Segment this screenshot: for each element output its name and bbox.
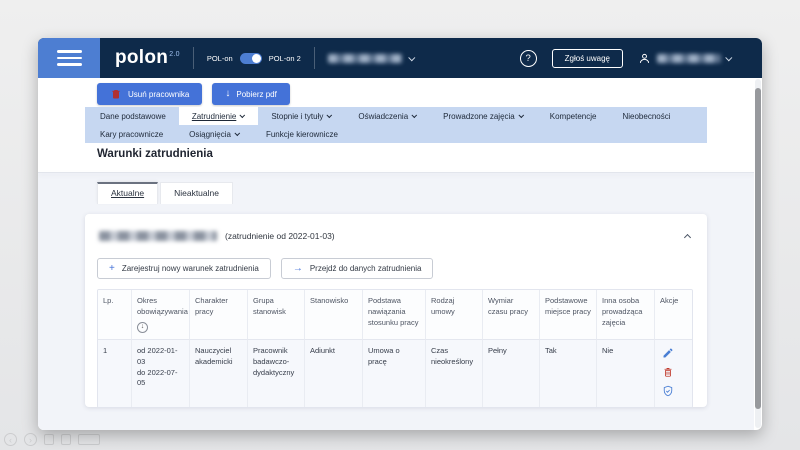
col-lp: Lp. [98, 290, 132, 340]
page-title: Warunki zatrudnienia [97, 148, 213, 160]
nav-funkcje-kierownicze[interactable]: Funkcje kierownicze [253, 125, 351, 143]
nav-dane-podstawowe[interactable]: Dane podstawowe [87, 107, 179, 125]
table-row: 1 od 2022-01-03 do 2022-07-05 Nauczyciel… [98, 340, 692, 407]
chevron-down-icon [518, 112, 524, 118]
download-icon: ↓ [225, 91, 230, 97]
chevron-down-icon [725, 54, 732, 61]
employment-conditions-table: Lp. Okres obowiązywania ↓ Charakter prac… [97, 289, 693, 408]
chevron-down-icon [240, 112, 246, 118]
logo-version: 2.0 [169, 51, 180, 58]
ghost-player-controls: ‹ › [4, 433, 100, 446]
nav-kary-pracownicze[interactable]: Kary pracownicze [87, 125, 176, 143]
section-divider [38, 172, 754, 173]
delete-icon[interactable] [662, 366, 674, 378]
status-tabs: Aktualne Nieaktualne [97, 182, 233, 204]
collapse-card-button[interactable] [682, 224, 693, 248]
nav-nieobecnosci[interactable]: Nieobecności [609, 107, 683, 125]
redacted-user-name [657, 54, 721, 63]
employee-toolbar: Usuń pracownika ↓ Pobierz pdf [97, 83, 290, 105]
toggle-right-label: POL-on 2 [269, 54, 301, 63]
col-miejsce: Podstawowe miejsce pracy [540, 290, 597, 340]
vertical-scrollbar[interactable] [755, 79, 761, 428]
divider [314, 47, 315, 69]
ghost-control-icon [78, 434, 100, 445]
trash-icon [110, 88, 122, 100]
nav-oswiadczenia[interactable]: Oświadczenia [345, 107, 430, 125]
app-header: polon2.0 POL-on POL-on 2 ? Zgłoś uwagę [38, 38, 762, 78]
ghost-control-icon [61, 434, 71, 445]
register-condition-button[interactable]: + Zarejestruj nowy warunek zatrudnienia [97, 258, 271, 279]
col-stanowisko: Stanowisko [305, 290, 363, 340]
col-okres: Okres obowiązywania ↓ [132, 290, 190, 340]
nav-osiagniecia[interactable]: Osiągnięcia [176, 125, 253, 143]
cell-rodzaj-umowy: Czas nieokreślony [426, 340, 483, 407]
employment-since-label: (zatrudnienie od 2022-01-03) [225, 231, 335, 241]
col-grupa: Grupa stanowisk [248, 290, 305, 340]
arrow-right-icon: → [293, 266, 303, 272]
tab-nieaktualne[interactable]: Nieaktualne [160, 182, 233, 204]
previous-icon: ‹ [4, 433, 17, 446]
cell-stanowisko: Adiunkt [305, 340, 363, 407]
chevron-down-icon [234, 130, 240, 136]
cell-akcje [655, 340, 692, 407]
environment-toggle: POL-on POL-on 2 [207, 53, 301, 64]
polon-logo: polon2.0 [115, 47, 180, 69]
chevron-down-icon [412, 112, 418, 118]
cell-wymiar: Pełny [483, 340, 540, 407]
employee-nav: Dane podstawowe Zatrudnienie Stopnie i t… [85, 107, 707, 143]
col-inna-osoba: Inna osoba prowadząca zajęcia [597, 290, 655, 340]
redacted-employee-name [99, 231, 217, 241]
help-icon[interactable]: ? [520, 50, 537, 67]
nav-zatrudnienie[interactable]: Zatrudnienie [179, 107, 258, 125]
person-icon [638, 52, 651, 65]
institution-selector[interactable] [328, 54, 415, 63]
download-pdf-button[interactable]: ↓ Pobierz pdf [212, 83, 289, 105]
chevron-down-icon [327, 112, 333, 118]
cell-podstawa: Umowa o pracę [363, 340, 426, 407]
ghost-control-icon [44, 434, 54, 445]
next-icon: › [24, 433, 37, 446]
user-menu[interactable] [638, 52, 732, 65]
cell-lp: 1 [98, 340, 132, 407]
scrollbar-thumb[interactable] [755, 88, 761, 409]
env-toggle-switch[interactable] [240, 53, 262, 64]
app-window: polon2.0 POL-on POL-on 2 ? Zgłoś uwagę [38, 38, 762, 430]
col-charakter: Charakter pracy [190, 290, 248, 340]
hamburger-menu-icon[interactable] [38, 38, 100, 78]
chevron-up-icon [684, 234, 691, 241]
report-issue-button[interactable]: Zgłoś uwagę [552, 49, 623, 68]
verify-icon[interactable] [662, 385, 674, 397]
nav-prowadzone-zajecia[interactable]: Prowadzone zajęcia [430, 107, 537, 125]
col-rodzaj-umowy: Rodzaj umowy [426, 290, 483, 340]
employment-card: (zatrudnienie od 2022-01-03) + Zarejestr… [85, 214, 707, 407]
table-header-row: Lp. Okres obowiązywania ↓ Charakter prac… [98, 290, 692, 340]
nav-kompetencje[interactable]: Kompetencje [537, 107, 610, 125]
redacted-institution-name [328, 54, 402, 63]
cell-okres: od 2022-01-03 do 2022-07-05 [132, 340, 190, 407]
page-content: Usuń pracownika ↓ Pobierz pdf Dane podst… [38, 78, 754, 430]
delete-employee-button[interactable]: Usuń pracownika [97, 83, 202, 105]
cell-miejsce: Tak [540, 340, 597, 407]
cell-inna-osoba: Nie [597, 340, 655, 407]
sort-descending-icon[interactable]: ↓ [137, 322, 148, 333]
cell-grupa: Pracownik badawczo-dydaktyczny [248, 340, 305, 407]
divider [193, 47, 194, 69]
col-akcje: Akcje [655, 290, 692, 340]
toggle-left-label: POL-on [207, 54, 233, 63]
goto-employment-button[interactable]: → Przejdź do danych zatrudnienia [281, 258, 434, 279]
nav-stopnie-i-tytuly[interactable]: Stopnie i tytuły [258, 107, 345, 125]
cell-charakter: Nauczyciel akademicki [190, 340, 248, 407]
chevron-down-icon [408, 54, 415, 61]
plus-icon: + [109, 266, 115, 272]
col-wymiar: Wymiar czasu pracy [483, 290, 540, 340]
col-podstawa: Podstawa nawiązania stosunku pracy [363, 290, 426, 340]
edit-icon[interactable] [662, 347, 674, 359]
tab-aktualne[interactable]: Aktualne [97, 182, 158, 204]
